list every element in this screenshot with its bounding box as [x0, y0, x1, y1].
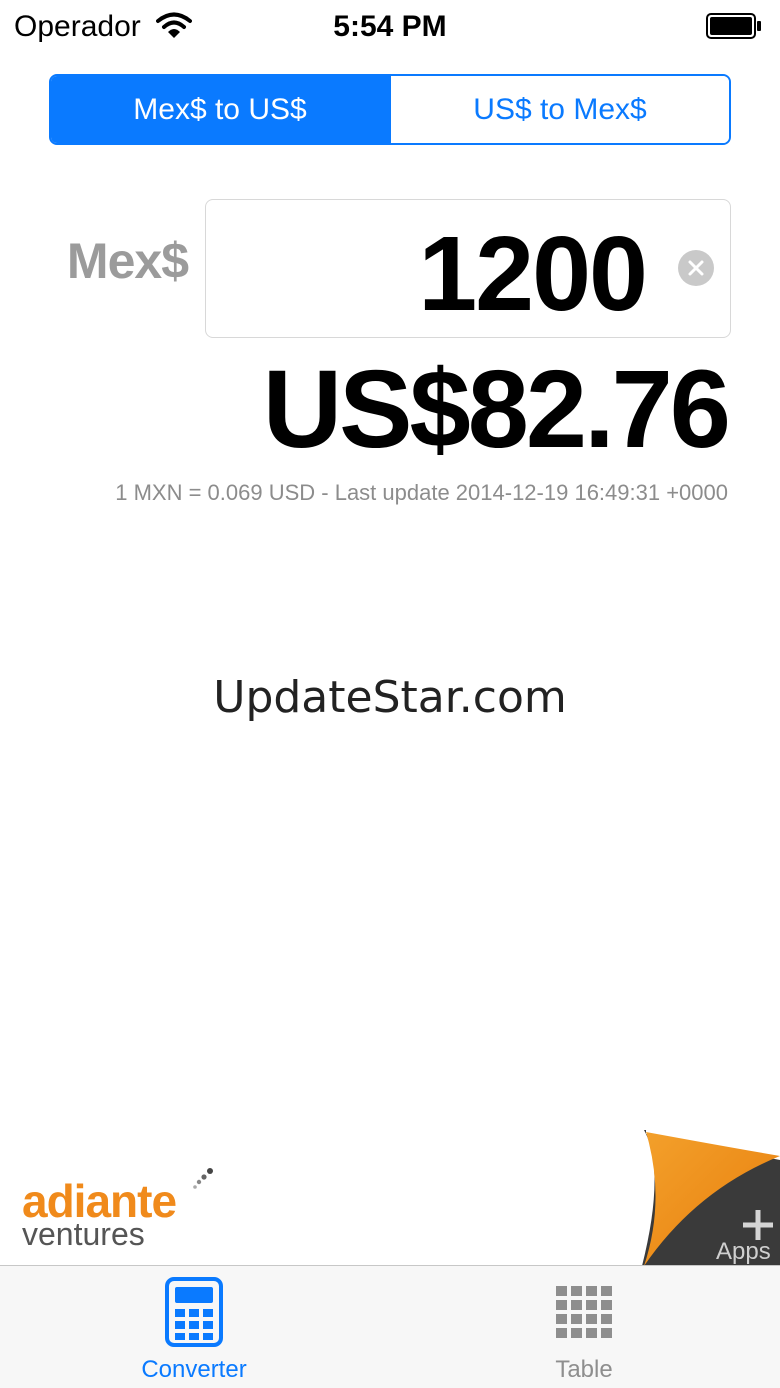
amount-input[interactable]: 1200	[205, 199, 731, 338]
conversion-result: US$82.76	[262, 348, 731, 471]
status-bar: Operador 5:54 PM	[0, 0, 780, 54]
watermark-text: UpdateStar.com	[213, 672, 567, 723]
tab-bar: Converter Table	[0, 1265, 780, 1388]
segment-us-to-mex[interactable]: US$ to Mex$	[389, 76, 729, 143]
tab-converter[interactable]: Converter	[94, 1266, 294, 1388]
ad-logo-dots-icon	[193, 1168, 213, 1189]
amount-input-value: 1200	[418, 215, 648, 333]
status-time: 5:54 PM	[333, 10, 447, 43]
input-currency-label: Mex$	[66, 233, 189, 289]
clear-input-button[interactable]	[678, 250, 714, 286]
tab-table-label: Table	[555, 1356, 613, 1383]
grid-icon	[556, 1286, 612, 1338]
exchange-rate-info: 1 MXN = 0.069 USD - Last update 2014-12-…	[115, 480, 728, 505]
tab-table[interactable]: Table	[484, 1266, 684, 1388]
clear-icon	[688, 260, 704, 276]
tab-converter-label: Converter	[141, 1356, 247, 1383]
battery-icon	[706, 13, 761, 39]
conversion-direction-control: Mex$ to US$ US$ to Mex$	[49, 74, 731, 145]
more-apps-label: Apps	[716, 1238, 771, 1265]
ad-brand-sub: ventures	[22, 1216, 145, 1252]
segment-mex-to-us[interactable]: Mex$ to US$	[51, 76, 389, 143]
calculator-icon	[165, 1277, 223, 1347]
